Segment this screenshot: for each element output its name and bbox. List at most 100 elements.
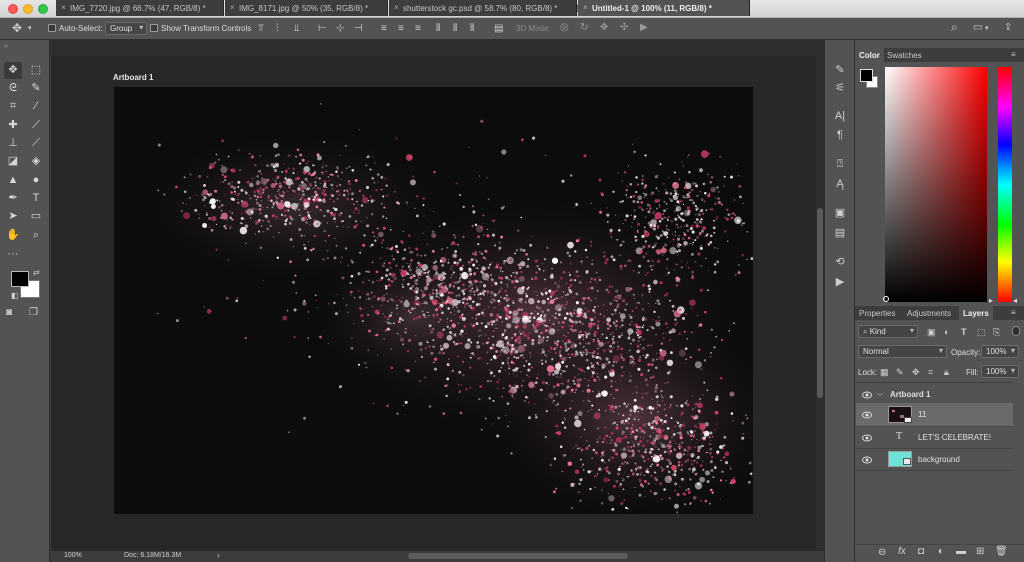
vertical-scroll-thumb[interactable]	[817, 208, 823, 398]
glyphs-panel-icon[interactable]: Ą	[832, 176, 848, 192]
brush-tool-icon[interactable]: ⟋	[27, 117, 45, 134]
color-field[interactable]	[885, 67, 987, 302]
visibility-eye-icon[interactable]	[862, 434, 872, 442]
hue-slider-handle[interactable]: ▸	[989, 296, 993, 305]
show-transform-checkbox[interactable]	[150, 24, 158, 32]
move-tool-icon[interactable]: ✥	[4, 62, 22, 79]
3d-pan-icon[interactable]: ✥	[600, 23, 608, 33]
character-styles-icon[interactable]: ⍰	[832, 156, 848, 172]
3d-roll-icon[interactable]: ↻	[580, 23, 588, 33]
close-icon[interactable]: ×	[394, 3, 399, 12]
swap-colors-icon[interactable]: ⇄	[33, 268, 40, 278]
distribute-hcenter-icon[interactable]: ⫴	[453, 24, 457, 34]
layer-name-11[interactable]: 11	[918, 410, 926, 419]
foreground-color-swatch[interactable]	[11, 271, 29, 287]
character-panel-icon[interactable]: A|	[832, 108, 848, 124]
3d-camera-icon[interactable]: ▶	[640, 23, 648, 33]
layer-name-artboard[interactable]: Artboard 1	[890, 390, 930, 399]
close-icon[interactable]: ×	[230, 3, 235, 12]
actions-panel-icon[interactable]: ▶	[832, 274, 848, 290]
eraser-tool-icon[interactable]: ◪	[4, 153, 22, 170]
chevron-down-icon[interactable]: ▾	[985, 24, 989, 34]
marquee-tool-icon[interactable]: ⬚	[27, 62, 45, 79]
layer-style-icon[interactable]: fx	[898, 547, 906, 557]
tab-layers[interactable]: Layers	[959, 306, 993, 320]
filter-type-icon[interactable]: T	[961, 327, 967, 337]
glitter-artwork[interactable]	[114, 87, 753, 514]
align-top-icon[interactable]: ⫪	[258, 24, 264, 34]
horizontal-scroll-thumb[interactable]	[408, 553, 628, 559]
tab-untitled-1[interactable]: × Untitled-1 @ 100% (11, RGB/8) *	[578, 0, 750, 16]
notes-icon[interactable]: ▤	[832, 225, 848, 241]
quick-select-tool-icon[interactable]: ✎	[27, 80, 45, 97]
layer-thumbnail-11[interactable]	[888, 406, 912, 423]
chevron-down-icon[interactable]: ▾	[28, 24, 32, 34]
visibility-eye-icon[interactable]	[862, 391, 872, 399]
blend-mode-dropdown[interactable]: Normal	[858, 345, 947, 358]
paint-bucket-tool-icon[interactable]: ◈	[27, 153, 45, 170]
history-panel-icon[interactable]: ⟲	[832, 254, 848, 270]
brush-settings-icon[interactable]: ✎	[832, 62, 848, 78]
distribute-bottom-icon[interactable]: ≡	[415, 24, 421, 34]
lock-pixels-icon[interactable]: ✎	[896, 367, 904, 377]
tab-swatches[interactable]: Swatches	[883, 48, 926, 62]
layer-name-background[interactable]: background	[918, 455, 960, 464]
layer-filter-kind-dropdown[interactable]: ⌕ Kind	[858, 325, 918, 338]
auto-select-dropdown[interactable]: Group	[105, 22, 148, 35]
panel-menu-icon[interactable]: ≡	[1011, 50, 1016, 59]
rectangle-tool-icon[interactable]: ▭	[27, 208, 45, 225]
brush-presets-icon[interactable]: ⚟	[832, 80, 848, 96]
collapse-toolbar-icon[interactable]: »	[4, 42, 8, 52]
distribute-vcenter-icon[interactable]: ≡	[398, 24, 404, 34]
distribute-top-icon[interactable]: ≡	[381, 24, 387, 34]
auto-align-icon[interactable]: ▤	[494, 24, 503, 34]
tab-img-7720[interactable]: × IMG_7720.jpg @ 66.7% (47, RGB/8) *	[56, 0, 224, 16]
tab-color[interactable]: Color	[855, 48, 884, 62]
hue-slider[interactable]	[998, 67, 1012, 302]
default-colors-icon[interactable]: ◧	[11, 291, 19, 301]
move-tool-preset-icon[interactable]: ✥	[12, 22, 22, 34]
paragraph-panel-icon[interactable]: ¶	[832, 127, 848, 143]
color-picker-cursor[interactable]	[883, 296, 889, 302]
healing-brush-tool-icon[interactable]: ✚	[4, 117, 22, 134]
eyedropper-tool-icon[interactable]: ⁄	[27, 98, 45, 115]
hue-slider-handle[interactable]: ◂	[1013, 296, 1017, 305]
add-mask-icon[interactable]: ◘	[918, 547, 924, 557]
blur-tool-icon[interactable]: ▲	[4, 172, 22, 189]
delete-layer-icon[interactable]: 🗑︎	[995, 547, 1008, 557]
link-layers-icon[interactable]: ⊖	[878, 548, 886, 558]
crop-tool-icon[interactable]: ⌗	[4, 98, 22, 115]
status-menu-arrow[interactable]: ›	[217, 551, 220, 560]
lock-all-icon[interactable]: 🔒︎	[944, 367, 949, 377]
search-icon[interactable]: ⌕	[951, 21, 958, 33]
zoom-tool-icon[interactable]: ⌕	[27, 227, 45, 244]
close-icon[interactable]: ×	[61, 3, 66, 12]
align-hcenter-icon[interactable]: ⊹	[336, 24, 344, 34]
color-panel-fg-swatch[interactable]	[860, 69, 873, 82]
3d-slide-icon[interactable]: ✣	[620, 23, 628, 33]
type-tool-icon[interactable]: T	[27, 190, 45, 207]
tab-shutterstock[interactable]: × shutterstock gc.psd @ 58.7% (80, RGB/8)…	[389, 0, 577, 16]
history-brush-tool-icon[interactable]: ⟋	[27, 135, 45, 152]
lock-transparent-icon[interactable]: ▦	[880, 367, 889, 377]
visibility-eye-icon[interactable]	[862, 456, 872, 464]
more-tools-icon[interactable]: ···	[4, 246, 22, 263]
new-group-icon[interactable]: ▬	[956, 547, 966, 557]
lasso-tool-icon[interactable]: ᘓ	[4, 80, 22, 97]
hand-tool-icon[interactable]: ✋	[4, 227, 22, 244]
auto-select-checkbox[interactable]	[48, 24, 56, 32]
fill-input[interactable]: 100%	[981, 365, 1019, 378]
chevron-down-icon[interactable]: ⌵	[877, 389, 883, 399]
path-selection-tool-icon[interactable]: ➤	[4, 208, 22, 225]
lock-position-icon[interactable]: ✥	[912, 367, 920, 377]
layer-row-11[interactable]	[856, 403, 1013, 427]
filter-shape-icon[interactable]: ⬚	[977, 327, 986, 337]
layer-thumbnail-background[interactable]	[888, 451, 912, 467]
distribute-left-icon[interactable]: ⫴	[436, 24, 440, 34]
align-right-icon[interactable]: ⊣	[354, 24, 363, 34]
filter-smart-object-icon[interactable]: ⎘	[993, 327, 1000, 337]
3d-orbit-icon[interactable]: ◎	[560, 23, 569, 33]
quick-mask-icon[interactable]: ◙	[6, 308, 12, 318]
align-left-icon[interactable]: ⊢	[318, 24, 327, 34]
tab-img-8171[interactable]: × IMG_8171.jpg @ 50% (35, RGB/8) *	[225, 0, 388, 16]
